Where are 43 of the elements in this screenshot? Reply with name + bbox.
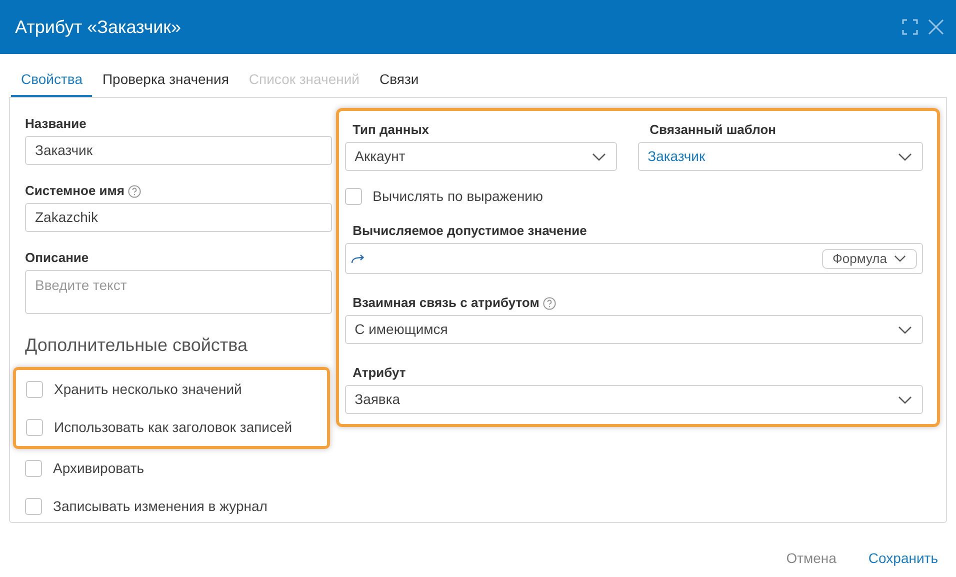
- formula-field[interactable]: Формула: [344, 243, 923, 274]
- checkbox-label: Архивировать: [53, 458, 144, 478]
- checkbox-label: Использовать как заголовок записей: [54, 418, 292, 436]
- select-field[interactable]: Заказчик: [638, 142, 923, 171]
- checkbox-label: Хранить несколько значений: [54, 380, 242, 399]
- tab[interactable]: Свойства: [11, 69, 92, 97]
- checkbox[interactable]: [344, 188, 362, 204]
- checkbox[interactable]: [25, 498, 42, 514]
- field-label: Описание: [25, 249, 89, 268]
- select-field[interactable]: Заявка: [344, 385, 923, 414]
- text-field[interactable]: Заказчик: [25, 136, 332, 165]
- field-label: Атрибут: [352, 364, 406, 382]
- field-label: Название: [25, 115, 86, 134]
- field-label: Системное имя: [25, 182, 124, 200]
- chevron-icon: [592, 152, 606, 160]
- text-field[interactable]: Zakazchik: [25, 203, 332, 232]
- select-field[interactable]: С имеющимся: [344, 315, 923, 344]
- section-heading: Дополнительные свойства: [25, 334, 249, 357]
- select-field[interactable]: Аккаунт: [344, 142, 617, 171]
- chevron-icon: [898, 326, 912, 334]
- checkbox[interactable]: [25, 460, 42, 476]
- checkbox-label: Вычислять по выражению: [372, 186, 544, 206]
- tab[interactable]: Проверка значения: [92, 69, 239, 97]
- chevron-icon: [898, 396, 912, 404]
- checkbox[interactable]: [26, 380, 43, 398]
- close-icon[interactable]: [928, 19, 944, 35]
- maximize-icon[interactable]: [902, 19, 918, 35]
- chevron-icon: [894, 255, 906, 262]
- field-label: Вычисляемое допустимое значение: [352, 222, 587, 240]
- window-title: Атрибут «Заказчик»: [15, 16, 182, 39]
- help-icon[interactable]: [128, 184, 142, 198]
- field-label: Тип данных: [352, 121, 430, 140]
- field-label: Связанный шаблон: [650, 121, 776, 140]
- tab[interactable]: Связи: [369, 69, 429, 97]
- chevron-icon: [898, 152, 912, 160]
- field-label: Взаимная связь с атрибутом: [352, 294, 540, 312]
- arrow-icon: [350, 254, 365, 264]
- save-button[interactable]: Сохранить: [868, 548, 938, 569]
- cancel-button[interactable]: Отмена: [786, 548, 836, 569]
- help-icon[interactable]: [543, 296, 556, 310]
- formula-dropdown[interactable]: Формула: [822, 248, 917, 268]
- checkbox[interactable]: [26, 418, 43, 436]
- checkbox-label: Записывать изменения в журнал: [53, 496, 268, 516]
